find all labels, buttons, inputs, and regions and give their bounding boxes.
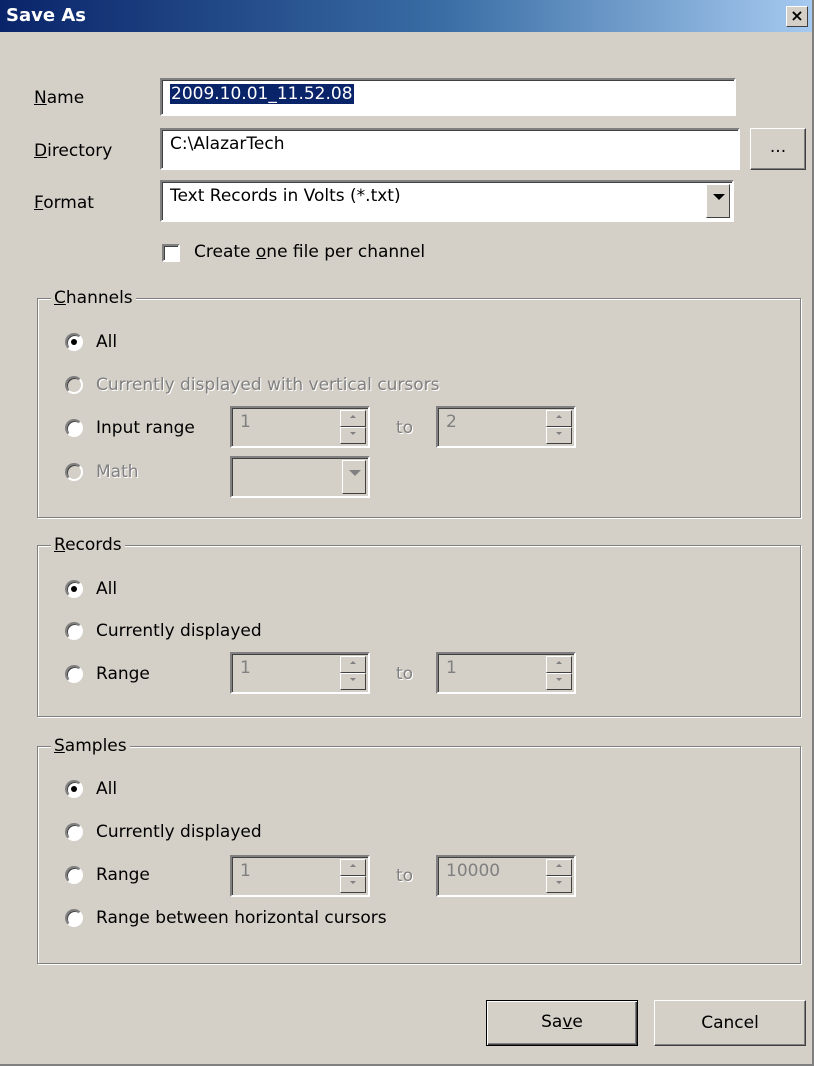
channels-input-range-radio[interactable]	[65, 419, 83, 437]
format-label: Format	[34, 193, 94, 213]
samples-all-label: All	[96, 779, 118, 799]
close-icon: ×	[790, 6, 804, 25]
channels-to-value: 2	[446, 412, 457, 432]
channels-current-label: Currently displayed with vertical cursor…	[96, 375, 440, 395]
title-bar[interactable]: Save As ×	[0, 0, 812, 32]
chevron-down-icon[interactable]	[706, 184, 730, 218]
samples-group	[37, 746, 801, 964]
channels-legend: Channels	[51, 288, 136, 308]
spinner-arrows-icon[interactable]	[546, 859, 572, 893]
samples-between-radio[interactable]	[65, 909, 83, 927]
close-button[interactable]: ×	[786, 6, 808, 27]
records-current-radio[interactable]	[65, 622, 83, 640]
channels-from-value: 1	[240, 412, 251, 432]
save-button[interactable]: Save	[486, 1000, 638, 1046]
samples-all-radio[interactable]	[65, 780, 83, 798]
channels-all-label: All	[96, 332, 118, 352]
spinner-arrows-icon[interactable]	[546, 656, 572, 690]
directory-input-value: C:\AlazarTech	[170, 134, 285, 154]
name-input[interactable]: 2009.10.01_11.52.08	[160, 78, 736, 116]
directory-input[interactable]: C:\AlazarTech	[160, 128, 740, 170]
samples-from-spinner[interactable]: 1	[230, 855, 370, 897]
samples-legend: Samples	[51, 736, 130, 756]
samples-current-radio[interactable]	[65, 823, 83, 841]
channels-group	[37, 298, 801, 518]
records-from-value: 1	[240, 658, 251, 678]
records-to-value: 1	[446, 658, 457, 678]
name-input-value: 2009.10.01_11.52.08	[170, 84, 354, 104]
channels-from-spinner[interactable]: 1	[230, 406, 370, 448]
spinner-arrows-icon[interactable]	[340, 656, 366, 690]
records-current-label: Currently displayed	[96, 621, 262, 641]
window-title: Save As	[6, 5, 86, 26]
cancel-button-label: Cancel	[701, 1013, 759, 1033]
samples-current-label: Currently displayed	[96, 822, 262, 842]
samples-to-label: to	[396, 866, 414, 886]
spinner-arrows-icon[interactable]	[340, 859, 366, 893]
browse-button[interactable]: ...	[750, 128, 806, 170]
records-from-spinner[interactable]: 1	[230, 652, 370, 694]
browse-button-label: ...	[769, 137, 787, 157]
channels-input-range-label: Input range	[96, 418, 195, 438]
samples-range-radio[interactable]	[65, 866, 83, 884]
records-range-label: Range	[96, 664, 150, 684]
channels-all-radio[interactable]	[65, 333, 83, 351]
math-select[interactable]	[230, 456, 370, 498]
channels-current-radio[interactable]	[65, 376, 83, 394]
format-select-value: Text Records in Volts (*.txt)	[170, 186, 401, 206]
spinner-arrows-icon[interactable]	[340, 410, 366, 444]
records-to-label: to	[396, 664, 414, 684]
spinner-arrows-icon[interactable]	[546, 410, 572, 444]
one-file-checkbox[interactable]	[162, 244, 180, 262]
samples-between-label: Range between horizontal cursors	[96, 908, 387, 928]
samples-range-label: Range	[96, 865, 150, 885]
save-as-dialog: Save As × Name 2009.10.01_11.52.08 Direc…	[0, 0, 814, 1066]
samples-to-value: 10000	[446, 861, 501, 881]
format-select[interactable]: Text Records in Volts (*.txt)	[160, 180, 734, 222]
channels-to-spinner[interactable]: 2	[436, 406, 576, 448]
name-label: Name	[34, 88, 85, 108]
samples-from-value: 1	[240, 861, 251, 881]
directory-label: Directory	[34, 141, 113, 161]
cancel-button[interactable]: Cancel	[654, 1000, 806, 1046]
save-button-label: Save	[541, 1012, 583, 1032]
samples-to-spinner[interactable]: 10000	[436, 855, 576, 897]
channels-to-label: to	[396, 418, 414, 438]
records-legend: Records	[51, 535, 125, 555]
one-file-label: Create one file per channel	[194, 242, 426, 262]
records-all-label: All	[96, 579, 118, 599]
records-range-radio[interactable]	[65, 665, 83, 683]
channels-math-label: Math	[96, 462, 139, 482]
chevron-down-icon[interactable]	[342, 460, 366, 494]
records-all-radio[interactable]	[65, 580, 83, 598]
records-to-spinner[interactable]: 1	[436, 652, 576, 694]
channels-math-radio[interactable]	[65, 463, 83, 481]
